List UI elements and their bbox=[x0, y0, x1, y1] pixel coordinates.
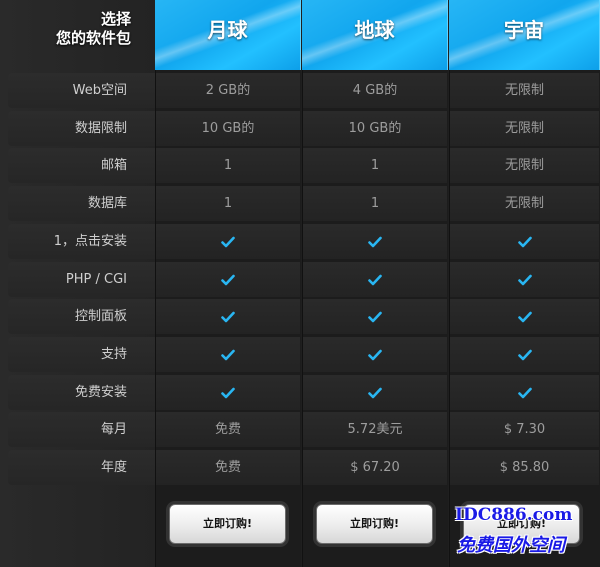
feature-included-cell bbox=[450, 375, 599, 410]
plan-name: 地球 bbox=[354, 18, 395, 42]
checkmark-icon bbox=[368, 310, 382, 324]
feature-included-cell bbox=[303, 299, 447, 334]
feature-value-cell: 免费 bbox=[156, 450, 300, 485]
table-row: 邮箱 1 1 无限制 bbox=[0, 147, 600, 185]
checkmark-icon bbox=[517, 273, 532, 287]
watermark-slogan: 免费国外空间 bbox=[457, 535, 565, 556]
feature-value-cell: 10 GB的 bbox=[156, 111, 300, 146]
feature-included-cell bbox=[156, 262, 300, 297]
order-area-earth: 立即订购! bbox=[302, 500, 448, 560]
feature-label: PHP / CGI bbox=[8, 262, 155, 297]
checkmark-icon bbox=[221, 310, 235, 324]
table-row: 数据限制 10 GB的 10 GB的 无限制 bbox=[0, 110, 600, 148]
table-row: 控制面板 bbox=[0, 298, 600, 336]
feature-value-cell: 无限制 bbox=[450, 73, 599, 108]
feature-label: 每月 bbox=[8, 412, 155, 447]
feature-value-cell: $ 7.30 bbox=[450, 412, 599, 447]
feature-value-cell: 1 bbox=[303, 186, 447, 221]
watermark-domain: IDC886.com bbox=[455, 505, 573, 525]
feature-label: 数据库 bbox=[8, 186, 155, 221]
feature-label: 免费安装 bbox=[8, 375, 155, 410]
table-row: PHP / CGI bbox=[0, 261, 600, 299]
table-row: 1，点击安装 bbox=[0, 223, 600, 261]
feature-value-cell: 1 bbox=[303, 148, 447, 183]
feature-value-cell: $ 67.20 bbox=[303, 450, 447, 485]
feature-value-cell: 无限制 bbox=[450, 111, 599, 146]
feature-label: 数据限制 bbox=[8, 111, 155, 146]
plan-name: 月球 bbox=[207, 18, 248, 42]
feature-value-cell: 1 bbox=[156, 148, 300, 183]
table-row: 数据库 1 1 无限制 bbox=[0, 185, 600, 223]
table-row: Web空间 2 GB的 4 GB的 无限制 bbox=[0, 72, 600, 110]
feature-included-cell bbox=[450, 224, 599, 259]
checkmark-icon bbox=[517, 235, 532, 249]
order-area-moon: 立即订购! bbox=[155, 500, 301, 560]
checkmark-icon bbox=[368, 386, 382, 400]
checkmark-icon bbox=[517, 386, 532, 400]
feature-value-cell: 免费 bbox=[156, 412, 300, 447]
corner-title-line1: 选择 bbox=[100, 10, 131, 28]
feature-value-cell: 5.72美元 bbox=[303, 412, 447, 447]
checkmark-icon bbox=[517, 310, 532, 324]
checkmark-icon bbox=[368, 235, 382, 249]
feature-included-cell bbox=[303, 337, 447, 372]
plan-header-moon: 月球 bbox=[155, 0, 301, 70]
table-row: 每月 免费 5.72美元 $ 7.30 bbox=[0, 411, 600, 449]
checkmark-icon bbox=[368, 273, 382, 287]
corner-title: 选择 您的软件包 bbox=[0, 0, 155, 70]
feature-value-cell: 10 GB的 bbox=[303, 111, 447, 146]
feature-included-cell bbox=[156, 224, 300, 259]
plan-header-earth: 地球 bbox=[302, 0, 448, 70]
checkmark-icon bbox=[221, 273, 235, 287]
table-row: 年度 免费 $ 67.20 $ 85.80 bbox=[0, 449, 600, 487]
feature-label: 邮箱 bbox=[8, 148, 155, 183]
feature-label: 年度 bbox=[8, 450, 155, 485]
feature-label: 1，点击安装 bbox=[8, 224, 155, 259]
feature-value-cell: 无限制 bbox=[450, 186, 599, 221]
checkmark-icon bbox=[221, 386, 235, 400]
feature-included-cell bbox=[450, 337, 599, 372]
order-now-button[interactable]: 立即订购! bbox=[169, 504, 286, 544]
feature-included-cell bbox=[303, 224, 447, 259]
checkmark-icon bbox=[221, 348, 235, 362]
checkmark-icon bbox=[368, 348, 382, 362]
feature-value-cell: 4 GB的 bbox=[303, 73, 447, 108]
table-row: 免费安装 bbox=[0, 374, 600, 412]
corner-title-line2: 您的软件包 bbox=[55, 29, 131, 47]
feature-included-cell bbox=[156, 337, 300, 372]
plan-name: 宇宙 bbox=[504, 18, 544, 42]
feature-value-cell: 1 bbox=[156, 186, 300, 221]
feature-value-cell: 2 GB的 bbox=[156, 73, 300, 108]
feature-included-cell bbox=[303, 375, 447, 410]
checkmark-icon bbox=[517, 348, 532, 362]
feature-label: Web空间 bbox=[8, 73, 155, 108]
feature-included-cell bbox=[450, 262, 599, 297]
feature-value-cell: $ 85.80 bbox=[450, 450, 599, 485]
watermark: IDC886.com 免费国外空间 bbox=[455, 505, 600, 565]
feature-included-cell bbox=[303, 262, 447, 297]
checkmark-icon bbox=[221, 235, 235, 249]
feature-included-cell bbox=[450, 299, 599, 334]
feature-label: 控制面板 bbox=[8, 299, 155, 334]
plan-header-universe: 宇宙 bbox=[449, 0, 600, 70]
feature-included-cell bbox=[156, 375, 300, 410]
table-row: 支持 bbox=[0, 336, 600, 374]
feature-label: 支持 bbox=[8, 337, 155, 372]
order-now-button[interactable]: 立即订购! bbox=[316, 504, 433, 544]
feature-included-cell bbox=[156, 299, 300, 334]
feature-value-cell: 无限制 bbox=[450, 148, 599, 183]
